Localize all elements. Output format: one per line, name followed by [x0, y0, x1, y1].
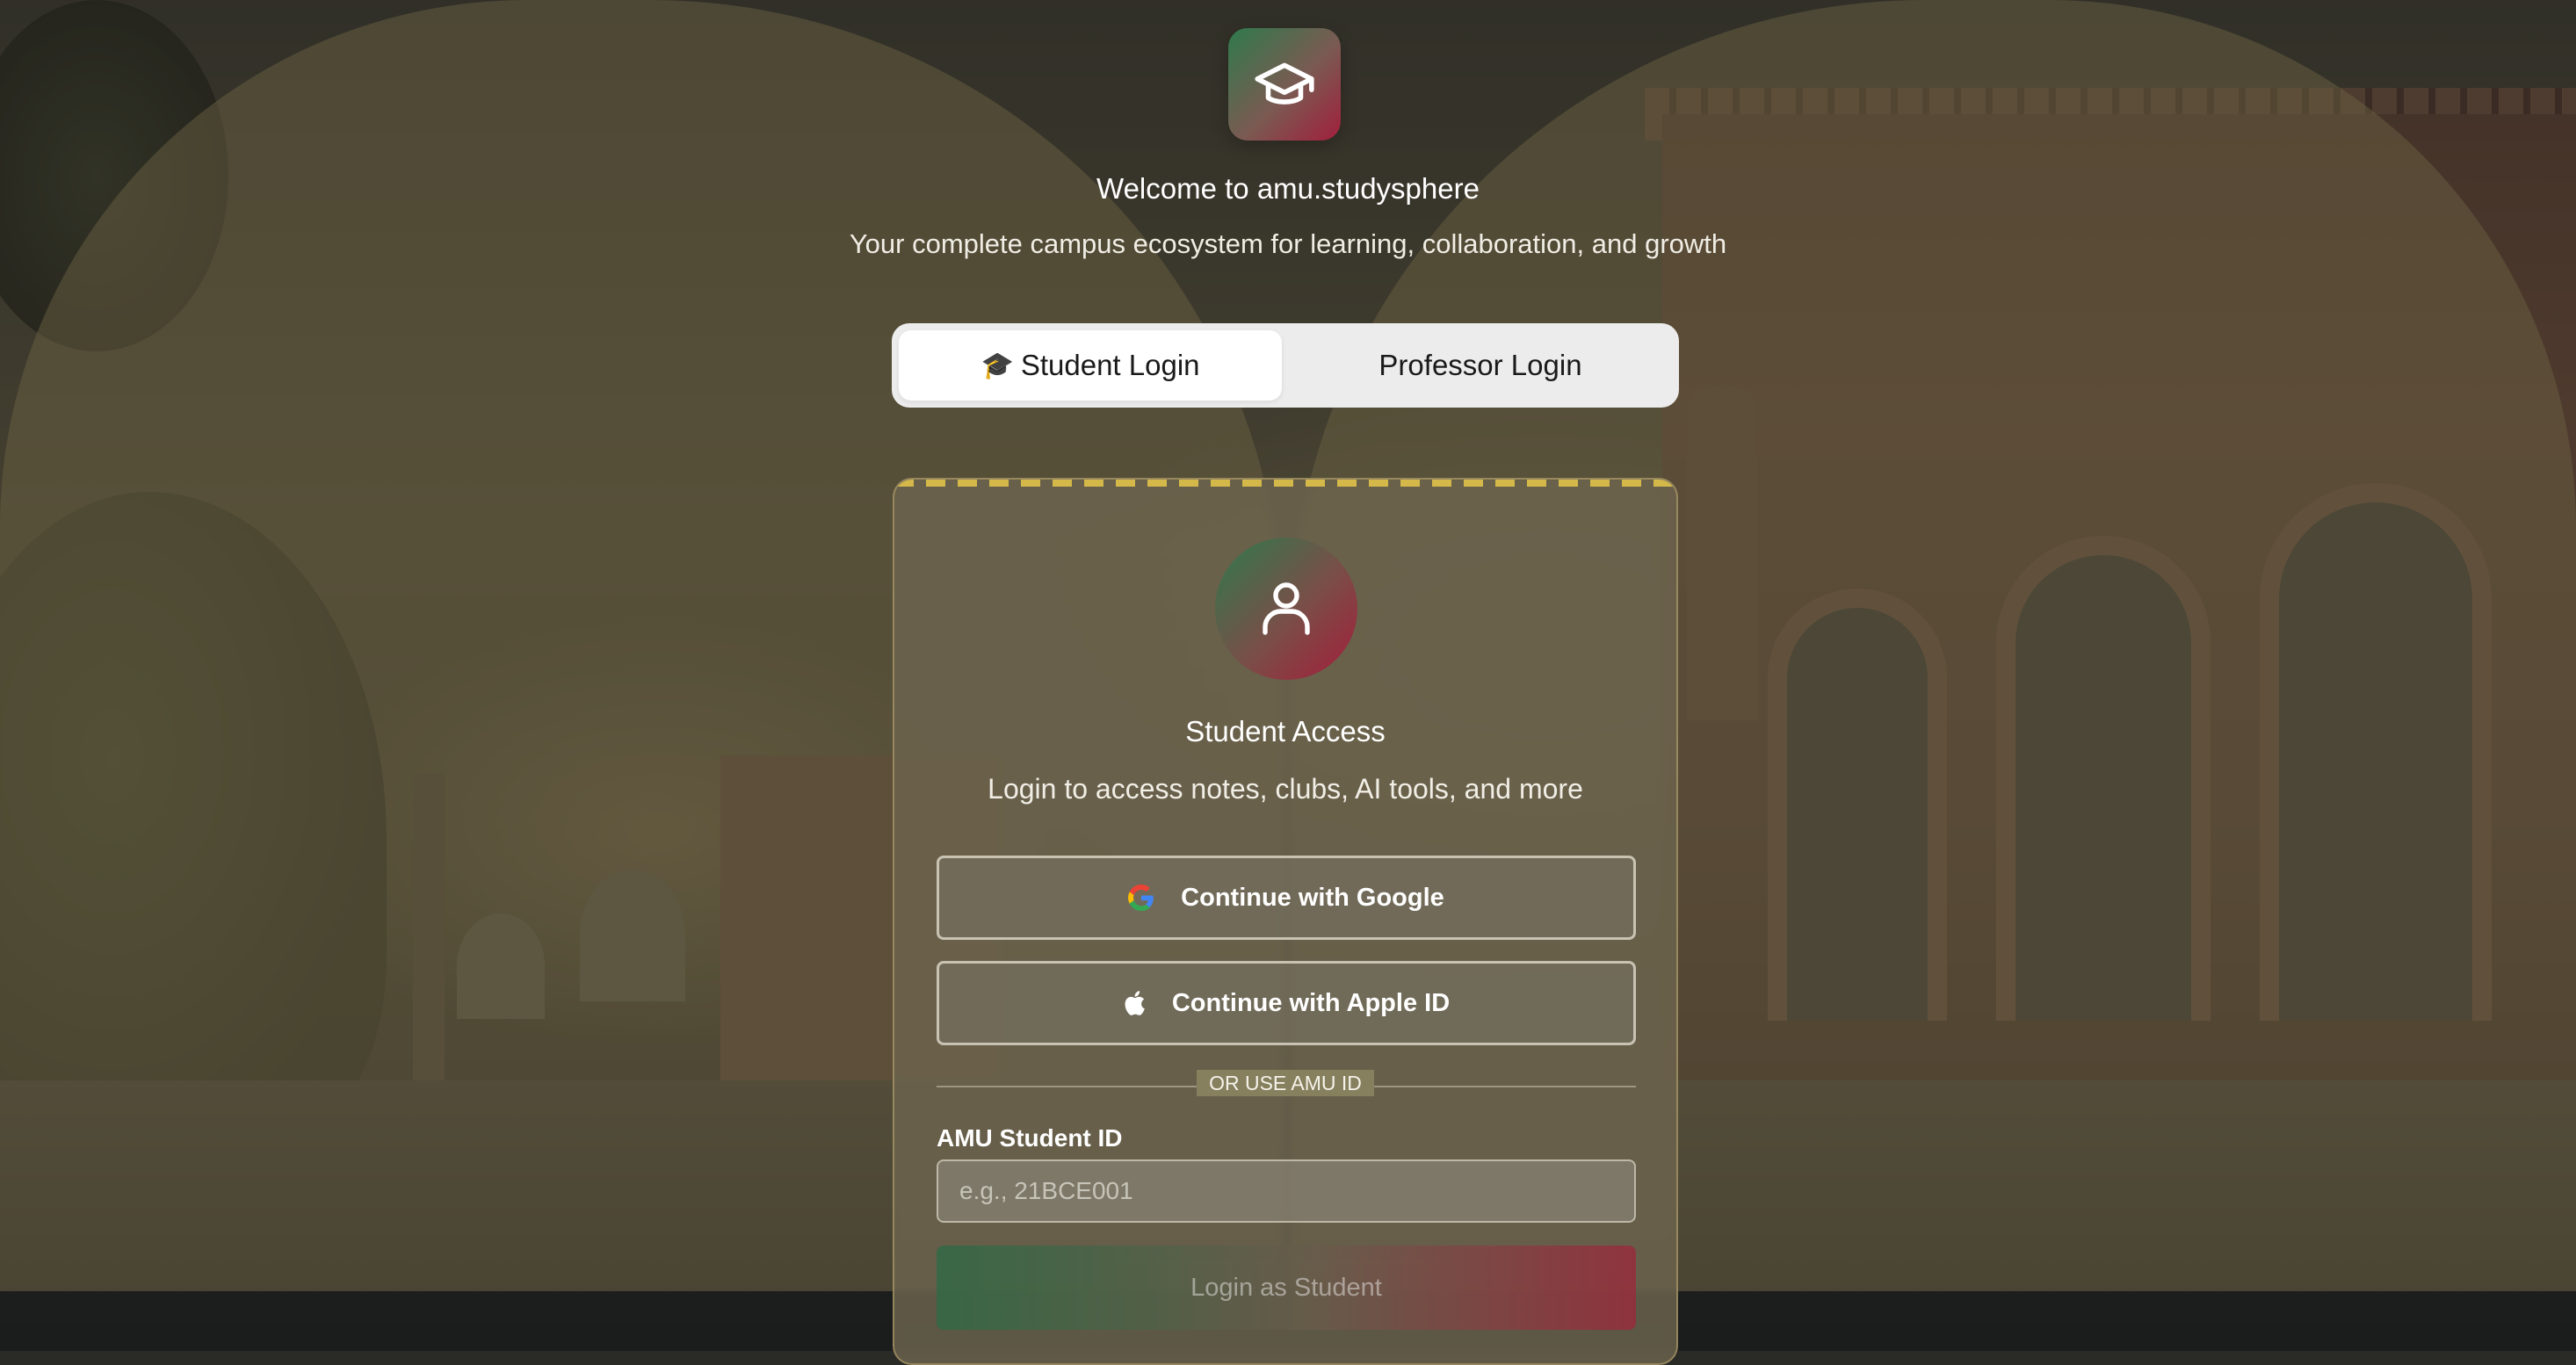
student-login-card: Student Access Login to access notes, cl… [893, 478, 1678, 1365]
tab-student-login[interactable]: 🎓 Student Login [899, 330, 1282, 401]
tab-label: Professor Login [1378, 349, 1582, 381]
card-title: Student Access [1185, 715, 1386, 748]
card-subtitle: Login to access notes, clubs, AI tools, … [988, 773, 1583, 805]
google-login-label: Continue with Google [1181, 883, 1444, 912]
tab-professor-login[interactable]: Professor Login [1289, 330, 1672, 401]
page-title: Welcome to amu.studysphere [1096, 172, 1480, 205]
login-type-tabs: 🎓 Student Login Professor Login [892, 323, 1679, 408]
divider-text: OR USE AMU ID [1197, 1070, 1374, 1096]
login-as-student-button[interactable]: Login as Student [937, 1246, 1636, 1330]
graduation-cap-icon [1228, 28, 1341, 141]
apple-login-label: Continue with Apple ID [1171, 988, 1451, 1017]
login-button-label: Login as Student [1190, 1273, 1382, 1302]
card-top-border [894, 480, 1676, 487]
google-login-button[interactable]: Continue with Google [937, 856, 1636, 940]
student-id-label: AMU Student ID [937, 1124, 1123, 1152]
apple-icon [1123, 990, 1146, 1016]
divider-label: OR USE AMU ID [894, 1070, 1676, 1096]
student-id-input[interactable] [937, 1159, 1636, 1223]
page-subtitle: Your complete campus ecosystem for learn… [849, 228, 1727, 259]
google-icon [1128, 885, 1154, 911]
tab-label: Student Login [1020, 349, 1200, 381]
graduation-cap-emoji-icon: 🎓 [980, 350, 1014, 380]
user-icon [1215, 538, 1357, 680]
apple-login-button[interactable]: Continue with Apple ID [937, 961, 1636, 1045]
